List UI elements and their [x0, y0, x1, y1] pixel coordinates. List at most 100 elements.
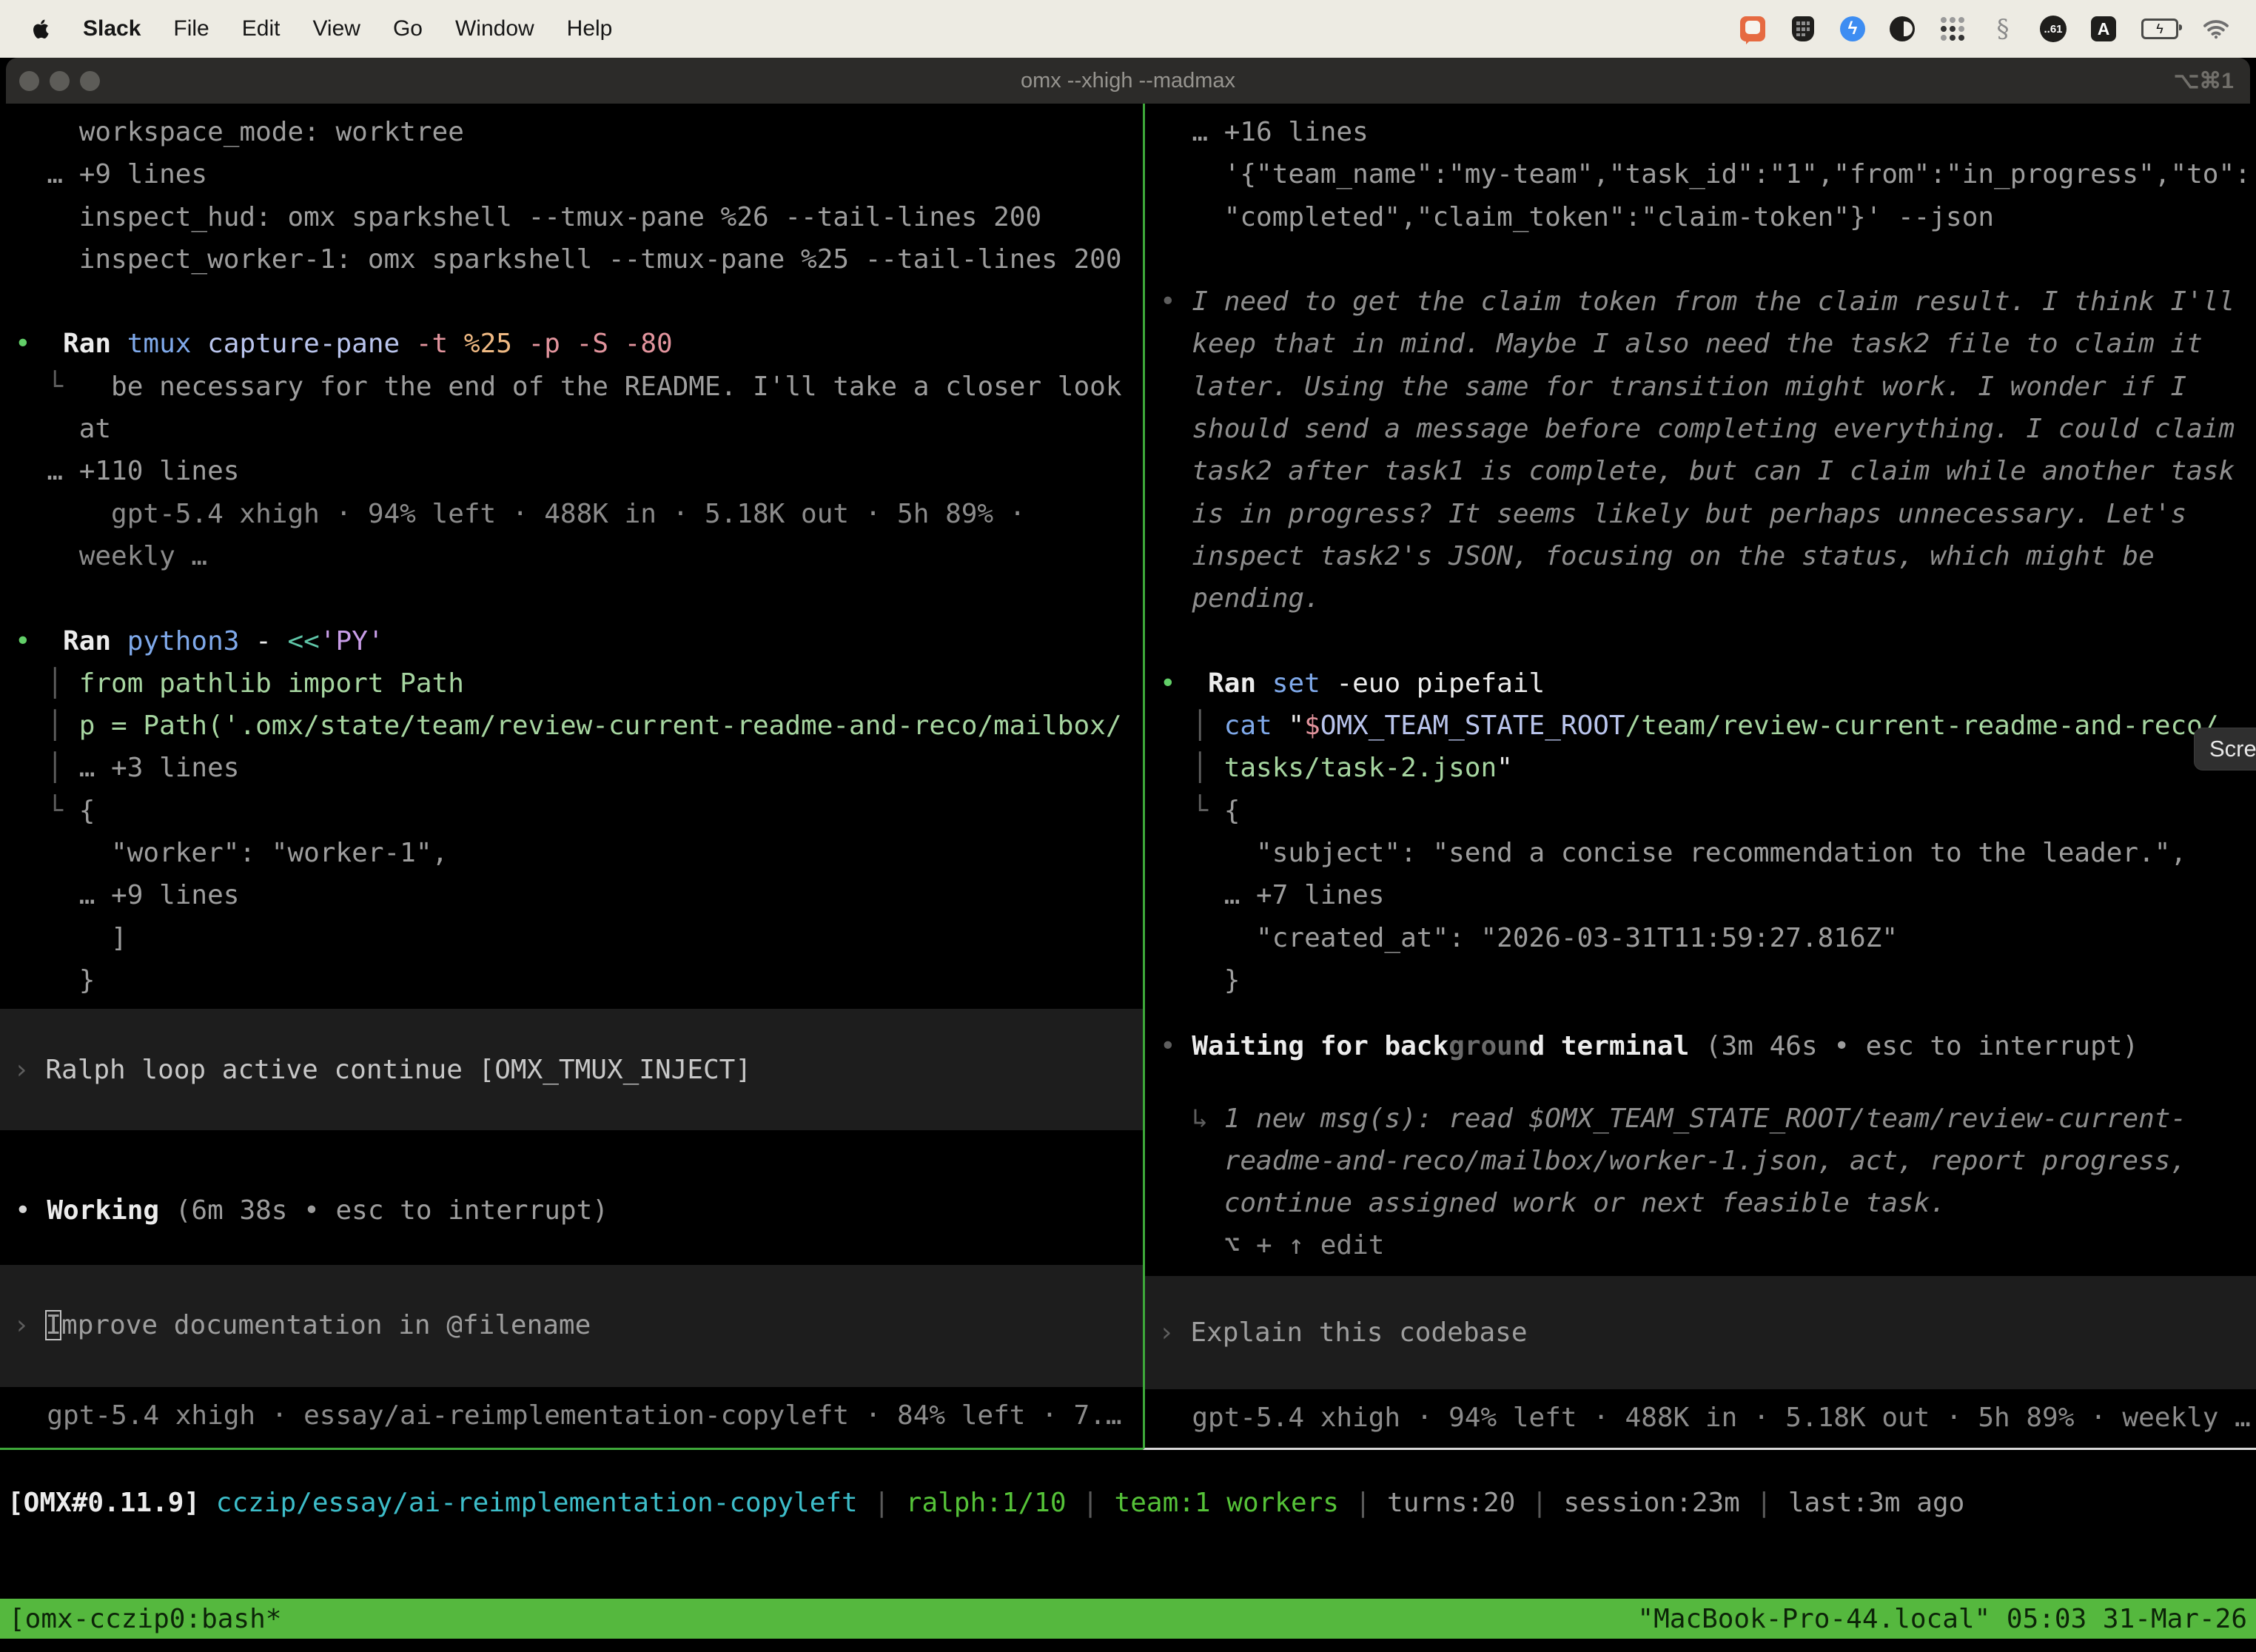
prompt-input[interactable]: › Explain this codebase — [1145, 1276, 2256, 1389]
terminal-line: › Improve documentation in @filename — [13, 1304, 591, 1346]
screen-button[interactable]: Scre — [2194, 728, 2256, 770]
terminal-text-segment: (6m 38s • esc to interrupt) — [175, 1195, 608, 1226]
terminal-text-segment: $ — [1304, 711, 1320, 741]
terminal-line: is in progress? It seems likely but perh… — [1160, 493, 2256, 535]
apple-menu-icon[interactable] — [31, 17, 50, 41]
squiggle-icon[interactable]: § — [1990, 16, 2016, 42]
terminal-line: at — [15, 408, 1143, 450]
terminal-text-segment: set — [1272, 668, 1337, 699]
tmux-session-label: [omx-cczip0:bash* — [9, 1604, 281, 1634]
terminal-text-segment: turns:20 — [1387, 1488, 1515, 1518]
left-terminal-pane: workspace_mode: worktree … +9 lines insp… — [0, 104, 1143, 1450]
terminal-text-segment: I — [45, 1310, 61, 1340]
terminal-text-segment: be necessary for the end of the README. … — [63, 372, 1121, 402]
terminal-line: › Ralph loop active continue [OMX_TMUX_I… — [13, 1049, 751, 1091]
terminal-line: later. Using the same for transition mig… — [1160, 366, 2256, 408]
chat-app-icon[interactable] — [1739, 16, 1766, 42]
terminal-text-segment: 1 new msg(s): read $OMX_TEAM_STATE_ROOT/… — [1224, 1104, 2186, 1134]
terminal-line: inspect_worker-1: omx sparkshell --tmux-… — [15, 238, 1143, 281]
wifi-icon[interactable] — [2203, 16, 2229, 42]
terminal-text-segment: • — [15, 1195, 47, 1226]
terminal-text-segment: d terminal — [1529, 1031, 1705, 1061]
terminal-text-segment: task2 after task1 is complete, but can I… — [1160, 456, 2235, 486]
terminal-text-segment: Working — [47, 1195, 175, 1226]
menu-app-name[interactable]: Slack — [83, 16, 141, 41]
screen: Slack File Edit View Go Window Help ϟ § … — [0, 0, 2256, 1652]
badge-61-icon[interactable]: ..61 — [2040, 16, 2067, 42]
terminal-text-segment: tmux — [127, 329, 207, 359]
terminal-line: "worker": "worker-1", — [15, 832, 1143, 874]
terminal-text-segment: └ — [15, 796, 79, 826]
right-terminal-pane: … +16 lines '{"team_name":"my-team","tas… — [1143, 104, 2256, 1450]
terminal-text-segment: cczip/essay/ai-reimplementation-copyleft — [216, 1488, 858, 1518]
terminal-text-segment: inspect task2's JSON, focusing on the st… — [1160, 541, 2155, 571]
terminal-text-segment: inspect_hud: omx sparkshell --tmux-pane … — [15, 202, 1041, 232]
terminal-text-segment: | — [1515, 1488, 1563, 1518]
menu-item-file[interactable]: File — [173, 16, 209, 41]
terminal-line-group: ↳ 1 new msg(s): read $OMX_TEAM_STATE_ROO… — [1160, 1098, 2256, 1267]
terminal-text-segment: from pathlib import Path — [79, 668, 464, 699]
bolt-circle-icon[interactable]: ϟ — [1840, 16, 1865, 41]
terminal-text-segment: Ran — [63, 626, 127, 657]
battery-icon[interactable]: ϟ — [2141, 16, 2179, 42]
menu-item-view[interactable]: View — [312, 16, 360, 41]
terminal-text-segment: [OMX#0.11.9] — [7, 1488, 200, 1518]
letter-a-icon[interactable]: A — [2090, 16, 2117, 42]
terminal-text-segment: │ — [1160, 711, 1224, 741]
terminal-text-segment: /team/review-current-readme-and-reco/ — [1625, 711, 2219, 741]
terminal-line: • I need to get the claim token from the… — [1160, 281, 2256, 323]
terminal-text-segment: } — [15, 965, 95, 995]
terminal-text-segment: at — [15, 414, 111, 444]
terminal-text-segment: … +3 lines — [79, 753, 240, 783]
terminal-text-segment: } — [1160, 965, 1240, 995]
terminal-line-group: gpt-5.4 xhigh · 94% left · 488K in · 5.1… — [1160, 1397, 2256, 1439]
dots-grid-icon[interactable] — [1939, 16, 1966, 42]
terminal-text-segment: '{"team_name":"my-team","task_id":"1","f… — [1160, 159, 2251, 189]
terminal-line: • Waiting for background terminal (3m 46… — [1160, 1025, 2256, 1067]
terminal-text-segment: keep that in mind. Maybe I also need the… — [1160, 329, 2203, 359]
terminal-text-segment: › — [13, 1055, 45, 1085]
terminal-text-segment: groun — [1448, 1031, 1528, 1061]
terminal-text-segment: -p — [528, 329, 577, 359]
terminal-text-segment: 'PY' — [320, 626, 384, 657]
terminal-line-group: … +16 lines '{"team_name":"my-team","tas… — [1160, 111, 2256, 1001]
prompt-input[interactable]: › Improve documentation in @filename — [0, 1265, 1143, 1387]
terminal-text-segment: ] — [15, 923, 127, 953]
terminal-text-segment: pending. — [1160, 583, 1320, 614]
menu-item-edit[interactable]: Edit — [242, 16, 281, 41]
terminal-text-segment: -80 — [625, 329, 673, 359]
terminal-line-group: [OMX#0.11.9] cczip/essay/ai-reimplementa… — [7, 1482, 2256, 1524]
terminal-line: } — [1160, 959, 2256, 1001]
terminal-line: pending. — [1160, 577, 2256, 620]
terminal-text-segment: -t — [416, 329, 464, 359]
terminal-text-segment: … +9 lines — [15, 159, 207, 189]
omx-status-line: [OMX#0.11.9] cczip/essay/ai-reimplementa… — [0, 1452, 2256, 1599]
terminal-text-segment: └ — [1160, 796, 1224, 826]
terminal-line-group: • Waiting for background terminal (3m 46… — [1160, 1025, 2256, 1067]
tmux-status-bar: [omx-cczip0:bash* "MacBook-Pro-44.local"… — [0, 1599, 2256, 1639]
terminal-text-segment: │ — [15, 668, 79, 699]
terminal-line: … +110 lines — [15, 450, 1143, 492]
terminal-text-segment: last:3m ago — [1788, 1488, 1964, 1518]
terminal-line: ] — [15, 917, 1143, 959]
terminal-text-segment: %25 — [464, 329, 528, 359]
menu-item-go[interactable]: Go — [393, 16, 423, 41]
terminal-text-segment: Ran — [63, 329, 127, 359]
terminal-text-segment: weekly … — [15, 541, 207, 571]
terminal-text-segment: └ — [15, 372, 63, 402]
terminal-text-segment: session:23m — [1563, 1488, 1739, 1518]
terminal-text-segment: python3 — [127, 626, 255, 657]
crescent-circle-icon[interactable] — [1889, 16, 1916, 42]
menu-item-window[interactable]: Window — [455, 16, 534, 41]
terminal-line: • Working (6m 38s • esc to interrupt) — [15, 1189, 1143, 1232]
terminal-line: } — [15, 959, 1143, 1001]
terminal-line: gpt-5.4 xhigh · 94% left · 488K in · 5.1… — [15, 493, 1143, 535]
terminal-line: continue assigned work or next feasible … — [1160, 1182, 2256, 1224]
terminal-line: └ { — [15, 790, 1143, 832]
menu-item-help[interactable]: Help — [567, 16, 613, 41]
shield-grid-icon[interactable] — [1790, 16, 1816, 42]
terminal-line: │ tasks/task-2.json" — [1160, 747, 2256, 789]
terminal-line: … +9 lines — [15, 874, 1143, 916]
terminal-text-segment: Waiting for back — [1192, 1031, 1448, 1061]
terminal-line: • Ran set -euo pipefail — [1160, 662, 2256, 705]
